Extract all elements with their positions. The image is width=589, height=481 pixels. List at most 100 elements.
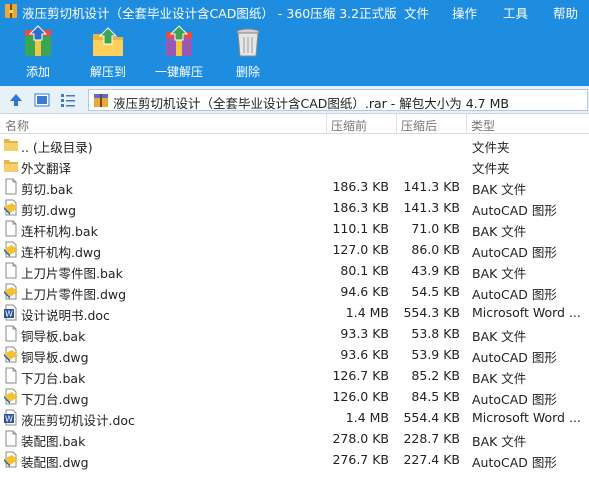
file-row[interactable]: 下刀台.bak 126.7 KB 85.2 KB BAK 文件	[0, 365, 589, 386]
file-row[interactable]: 下刀台.dwg 126.0 KB 84.5 KB AutoCAD 图形	[0, 386, 589, 407]
file-name: 上刀片零件图.dwg	[21, 287, 127, 302]
column-size-header[interactable]: 压缩前	[331, 117, 367, 134]
list-view-icon[interactable]	[60, 92, 76, 108]
file-row[interactable]: 连杆机构.dwg 127.0 KB 86.0 KB AutoCAD 图形	[0, 239, 589, 260]
file-size: 94.6 KB	[340, 284, 389, 299]
file-compressed-size: 53.8 KB	[411, 326, 460, 341]
menu-tools[interactable]: 工具	[503, 3, 528, 22]
trash-icon	[236, 28, 260, 57]
file-row[interactable]: 连杆机构.bak 110.1 KB 71.0 KB BAK 文件	[0, 218, 589, 239]
file-compressed-size: 86.0 KB	[411, 242, 460, 257]
up-arrow-icon[interactable]	[8, 92, 24, 108]
file-row[interactable]: W 液压剪切机设计.doc 1.4 MB 554.4 KB Microsoft Word…	[0, 407, 589, 428]
dwg-file-icon	[3, 283, 19, 300]
dwg-file-icon	[3, 388, 19, 405]
app-logo-icon	[5, 4, 17, 18]
archive-path: 液压剪切机设计（全套毕业设计含CAD图纸）.rar - 解包大小为 4.7 MB	[113, 96, 509, 111]
add-label: 添加	[25, 65, 50, 79]
dwg-file-icon	[3, 241, 19, 258]
file-type: 文件夹	[472, 140, 510, 155]
blank-file-icon	[3, 178, 19, 195]
column-divider[interactable]	[396, 114, 397, 134]
add-archive-icon	[25, 25, 51, 56]
folder-icon	[3, 157, 19, 174]
path-field[interactable]: 液压剪切机设计（全套毕业设计含CAD图纸）.rar - 解包大小为 4.7 MB	[88, 89, 588, 111]
file-name: 液压剪切机设计.doc	[21, 413, 135, 428]
file-size: 1.4 MB	[345, 305, 389, 320]
column-divider[interactable]	[466, 114, 467, 134]
svg-text:W: W	[5, 415, 13, 424]
add-button[interactable]: 添加	[16, 24, 60, 84]
file-compressed-size: 54.5 KB	[411, 284, 460, 299]
file-row[interactable]: .. (上级目录) 文件夹	[0, 134, 589, 155]
file-size: 186.3 KB	[332, 179, 389, 194]
menu-help[interactable]: 帮助	[553, 3, 578, 22]
file-type: AutoCAD 图形	[472, 350, 557, 365]
one-click-extract-label: 一键解压	[154, 65, 203, 79]
large-icon-view-icon[interactable]	[34, 92, 50, 108]
file-row[interactable]: 外文翻译 文件夹	[0, 155, 589, 176]
file-compressed-size: 141.3 KB	[403, 200, 460, 215]
file-name: 外文翻译	[21, 161, 72, 176]
file-name: 装配图.bak	[21, 434, 86, 449]
blank-file-icon	[3, 325, 19, 342]
file-compressed-size: 554.3 KB	[403, 305, 460, 320]
file-name: 设计说明书.doc	[21, 308, 110, 323]
file-size: 80.1 KB	[340, 263, 389, 278]
file-name: .. (上级目录)	[21, 140, 93, 155]
file-compressed-size: 228.7 KB	[403, 431, 460, 446]
extract-to-button[interactable]: 解压到	[84, 24, 132, 84]
file-name: 上刀片零件图.bak	[21, 266, 123, 281]
file-row[interactable]: W 设计说明书.doc 1.4 MB 554.3 KB Microsoft Word .…	[0, 302, 589, 323]
file-size: 1.4 MB	[345, 410, 389, 425]
one-click-extract-button[interactable]: 一键解压	[150, 24, 208, 84]
file-type: BAK 文件	[472, 224, 527, 239]
blank-file-icon	[3, 262, 19, 279]
file-name: 剪切.dwg	[21, 203, 77, 218]
blank-file-icon	[3, 430, 19, 447]
address-bar: 液压剪切机设计（全套毕业设计含CAD图纸）.rar - 解包大小为 4.7 MB	[0, 86, 589, 114]
file-row[interactable]: 铜导板.bak 93.3 KB 53.8 KB BAK 文件	[0, 323, 589, 344]
file-compressed-size: 71.0 KB	[411, 221, 460, 236]
file-size: 186.3 KB	[332, 200, 389, 215]
menu-operation[interactable]: 操作	[452, 3, 477, 22]
svg-text:W: W	[5, 310, 13, 319]
file-row[interactable]: 装配图.bak 278.0 KB 228.7 KB BAK 文件	[0, 428, 589, 449]
file-compressed-size: 84.5 KB	[411, 389, 460, 404]
file-row[interactable]: 铜导板.dwg 93.6 KB 53.9 KB AutoCAD 图形	[0, 344, 589, 365]
folder-icon	[3, 136, 19, 153]
file-name: 下刀台.bak	[21, 371, 86, 386]
column-compressed-header[interactable]: 压缩后	[401, 117, 437, 134]
file-size: 93.6 KB	[340, 347, 389, 362]
menu-file[interactable]: 文件	[404, 3, 429, 22]
file-size: 93.3 KB	[340, 326, 389, 341]
file-type: AutoCAD 图形	[472, 203, 557, 218]
file-type: Microsoft Word ...	[472, 305, 581, 320]
file-name: 铜导板.dwg	[21, 350, 89, 365]
extract-to-label: 解压到	[89, 65, 126, 79]
file-row[interactable]: 剪切.bak 186.3 KB 141.3 KB BAK 文件	[0, 176, 589, 197]
file-name: 剪切.bak	[21, 182, 73, 197]
blank-file-icon	[3, 220, 19, 237]
blank-file-icon	[3, 367, 19, 384]
file-size: 110.1 KB	[332, 221, 389, 236]
word-file-icon: W	[3, 304, 19, 321]
file-type: BAK 文件	[472, 371, 527, 386]
file-row[interactable]: 剪切.dwg 186.3 KB 141.3 KB AutoCAD 图形	[0, 197, 589, 218]
column-type-header[interactable]: 类型	[471, 117, 495, 134]
delete-button[interactable]: 删除	[228, 24, 268, 84]
file-size: 127.0 KB	[332, 242, 389, 257]
word-file-icon: W	[3, 409, 19, 426]
file-compressed-size: 53.9 KB	[411, 347, 460, 362]
file-type: BAK 文件	[472, 329, 527, 344]
file-row[interactable]: 上刀片零件图.bak 80.1 KB 43.9 KB BAK 文件	[0, 260, 589, 281]
column-name-header[interactable]: 名称	[5, 117, 29, 134]
dwg-file-icon	[3, 346, 19, 363]
column-divider[interactable]	[326, 114, 327, 134]
toolbar: 添加 解压到 一键解压 删除	[0, 22, 589, 86]
file-type: BAK 文件	[472, 182, 527, 197]
file-size: 276.7 KB	[332, 452, 389, 467]
file-row[interactable]: 装配图.dwg 276.7 KB 227.4 KB AutoCAD 图形	[0, 449, 589, 470]
title-bar: 液压剪切机设计（全套毕业设计含CAD图纸） - 360压缩 3.2正式版 文件 …	[0, 0, 589, 22]
file-row[interactable]: 上刀片零件图.dwg 94.6 KB 54.5 KB AutoCAD 图形	[0, 281, 589, 302]
